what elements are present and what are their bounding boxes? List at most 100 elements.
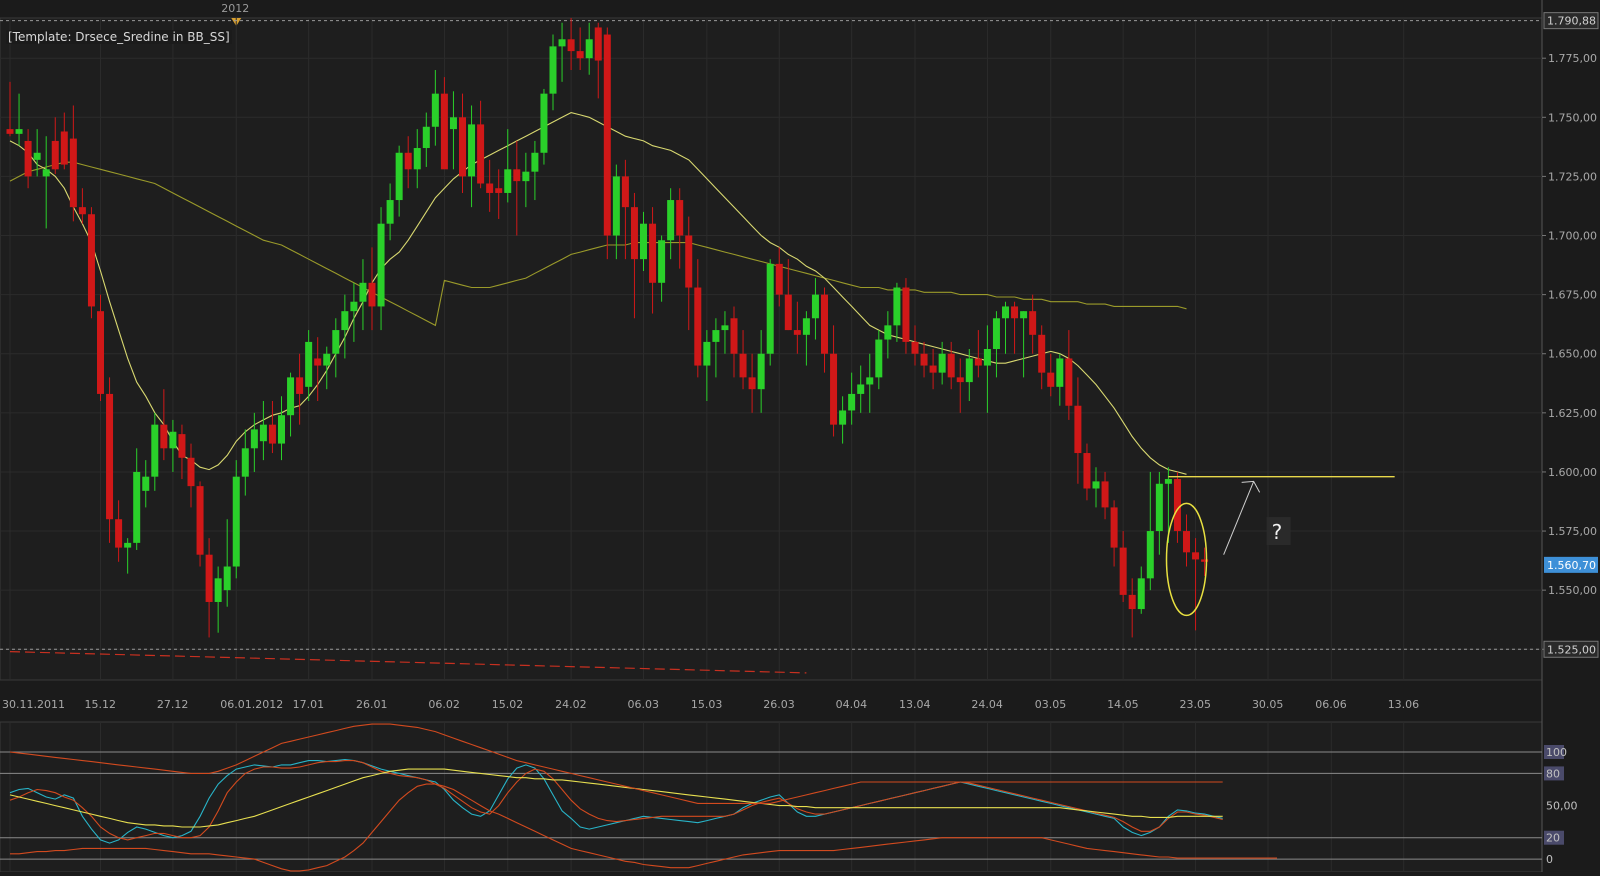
date-label: 14.05 xyxy=(1107,698,1139,711)
date-label: 04.04 xyxy=(836,698,868,711)
candle-body xyxy=(1155,483,1163,532)
date-label: 13.06 xyxy=(1388,698,1420,711)
candle-body xyxy=(567,39,575,52)
low-reference-label: 1.525,00 xyxy=(1547,643,1596,656)
candle-body xyxy=(667,200,675,241)
date-label: 17.01 xyxy=(293,698,325,711)
candle-body xyxy=(721,325,729,331)
candle-body xyxy=(603,34,611,236)
candle-body xyxy=(196,486,204,555)
candle-body xyxy=(884,325,892,340)
date-label: 26.01 xyxy=(356,698,388,711)
candle-body xyxy=(124,542,132,548)
date-label: 06.06 xyxy=(1315,698,1347,711)
date-label: 15.03 xyxy=(691,698,723,711)
price-tick-label: 1.675,00 xyxy=(1548,289,1597,302)
candle-body xyxy=(268,424,276,444)
candle-body xyxy=(1011,306,1019,319)
candle-body xyxy=(314,358,322,366)
candle-body xyxy=(97,311,104,394)
candle-body xyxy=(187,457,195,487)
year-marker-label: 2012 xyxy=(221,2,249,15)
candle-body xyxy=(15,129,23,134)
candle-body xyxy=(594,27,602,61)
candle-body xyxy=(1038,334,1046,373)
oscillator-tick-label: 50,00 xyxy=(1546,800,1578,813)
price-tick-label: 1.650,00 xyxy=(1548,348,1597,361)
date-label: 13.04 xyxy=(899,698,931,711)
candle-body xyxy=(902,287,910,342)
candle-body xyxy=(522,171,530,182)
candle-body xyxy=(1119,547,1127,595)
candle-body xyxy=(775,263,783,295)
candle-body xyxy=(368,282,376,307)
candle-body xyxy=(839,410,847,425)
candle-body xyxy=(69,138,77,208)
candle-body xyxy=(133,471,141,543)
candle-body xyxy=(965,358,973,383)
candle-body xyxy=(151,424,159,477)
candle-body xyxy=(223,566,231,591)
candle-body xyxy=(205,554,213,602)
candle-body xyxy=(395,152,403,201)
candle-body xyxy=(477,124,485,184)
candle-body xyxy=(241,448,249,477)
candle-body xyxy=(60,131,68,165)
date-label: 24.04 xyxy=(971,698,1003,711)
candle-body xyxy=(250,429,258,449)
candle-body xyxy=(821,294,828,354)
candle-body xyxy=(1146,531,1154,579)
price-tick-label: 1.700,00 xyxy=(1548,230,1597,243)
candle-body xyxy=(1047,372,1055,387)
candle-body xyxy=(1083,453,1091,489)
candle-body xyxy=(558,39,566,47)
candle-body xyxy=(259,424,267,442)
candle-body xyxy=(784,294,792,331)
date-label: 24.02 xyxy=(555,698,587,711)
candle-body xyxy=(1192,552,1200,560)
candle-body xyxy=(1002,306,1009,319)
candle-body xyxy=(929,365,937,373)
candle-body xyxy=(486,183,494,193)
candle-body xyxy=(160,424,168,449)
candle-body xyxy=(115,519,123,548)
candle-body xyxy=(857,384,865,394)
candle-body xyxy=(1164,479,1172,484)
candle-body xyxy=(848,393,856,411)
date-label: 26.03 xyxy=(763,698,795,711)
candle-body xyxy=(323,353,331,366)
date-label: 03.05 xyxy=(1035,698,1067,711)
candle-body xyxy=(811,294,819,319)
candle-body xyxy=(649,223,657,283)
candle-body xyxy=(956,377,964,383)
candle-body xyxy=(893,287,901,326)
date-label: 06.02 xyxy=(428,698,460,711)
candle-body xyxy=(992,318,1000,349)
candle-body xyxy=(459,117,466,177)
oscillator-tick-label: 100 xyxy=(1546,746,1567,759)
candle-body xyxy=(549,46,557,94)
date-label: 06.01.2012 xyxy=(220,698,283,711)
template-label: [Template: Drsece_Sredine in BB_SS] xyxy=(6,30,232,44)
candle-body xyxy=(78,207,86,215)
price-chart-canvas[interactable]: 2012 1.525,00 1.550,00 1.575,00 1.600,00 1.62… xyxy=(0,0,1600,873)
candle-body xyxy=(51,140,59,170)
candle-body xyxy=(341,311,349,331)
candle-body xyxy=(694,287,702,366)
candle-body xyxy=(685,235,693,288)
candle-body xyxy=(106,393,114,520)
candle-body xyxy=(350,301,358,312)
candle-body xyxy=(1110,507,1118,548)
candle-body xyxy=(1065,358,1073,406)
candle-body xyxy=(87,214,95,307)
chart-root: 2012 1.525,00 1.550,00 1.575,00 1.600,00 1.62… xyxy=(0,0,1600,873)
candle-body xyxy=(504,169,512,193)
candle-body xyxy=(974,358,982,366)
candle-body xyxy=(513,169,521,182)
candle-body xyxy=(640,223,647,260)
candle-body xyxy=(875,339,883,378)
candle-body xyxy=(748,377,756,390)
candle-body xyxy=(730,318,738,354)
candle-body xyxy=(232,476,240,567)
candle-body xyxy=(431,93,439,127)
